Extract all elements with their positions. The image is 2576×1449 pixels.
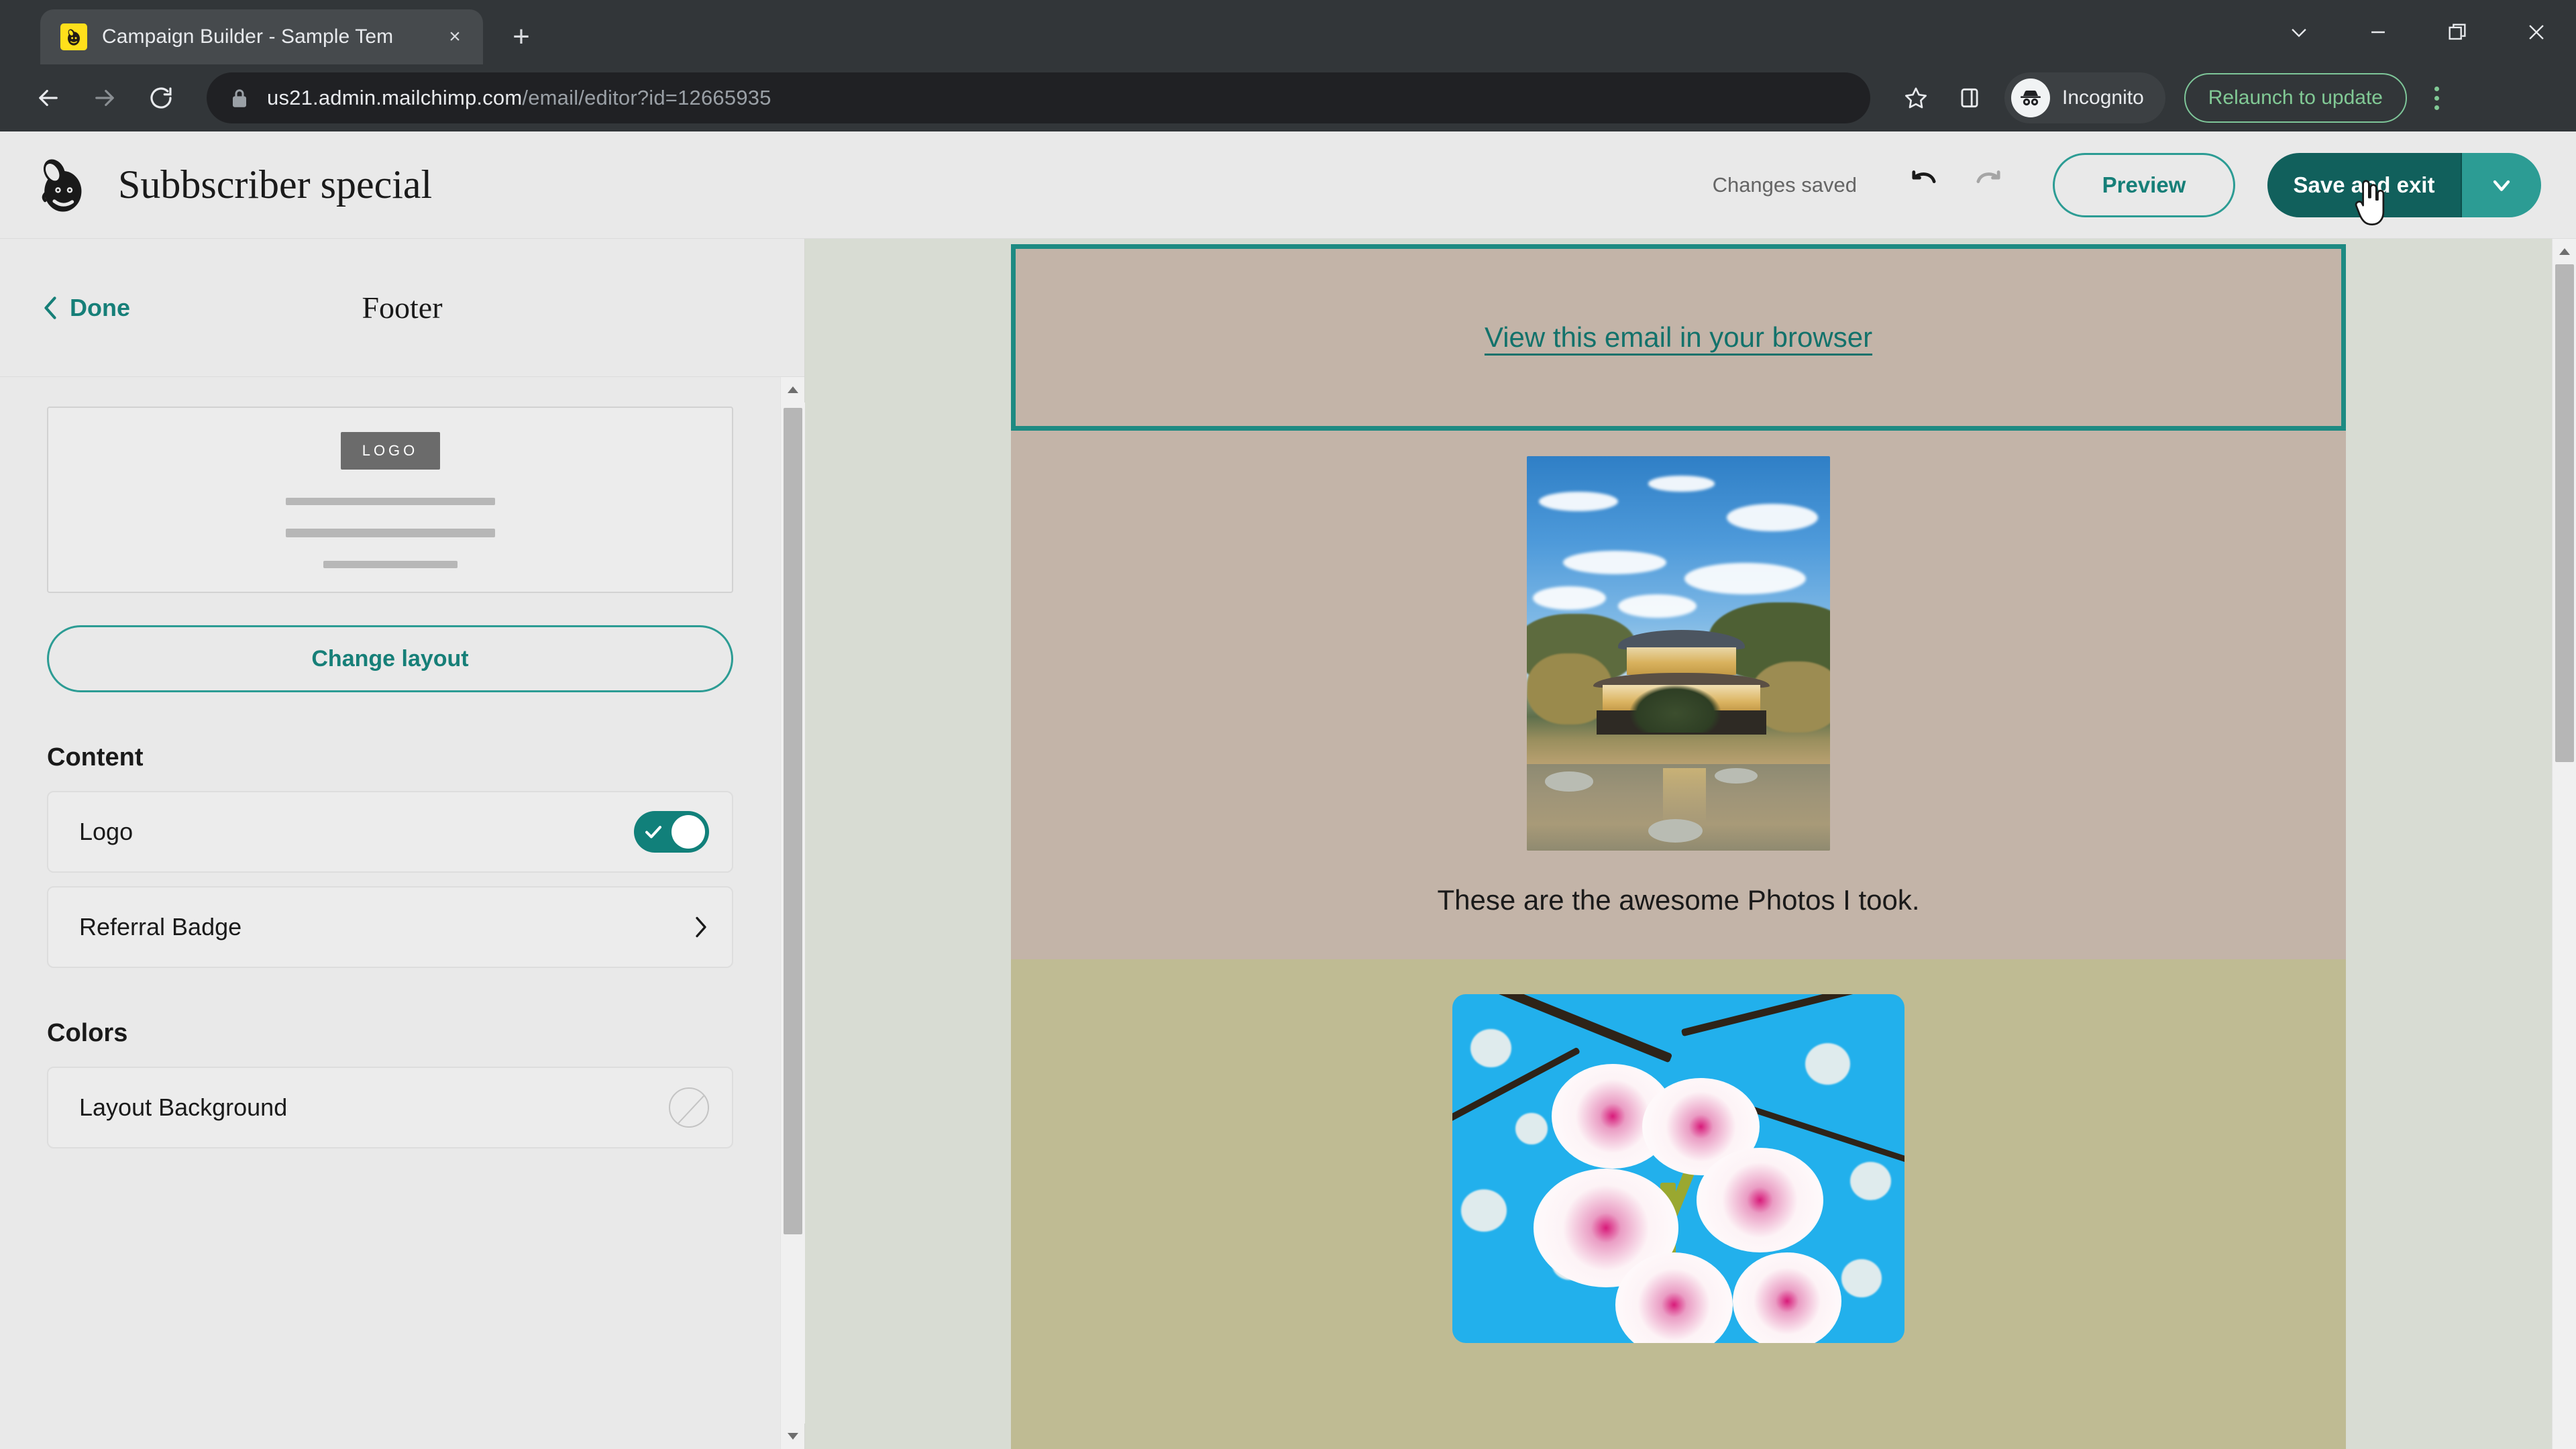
tab-search-button[interactable]: [2259, 0, 2339, 64]
close-window-button[interactable]: [2497, 0, 2576, 64]
canvas-scrollbar[interactable]: [2552, 239, 2576, 1449]
relaunch-to-update-button[interactable]: Relaunch to update: [2184, 73, 2407, 123]
chevron-right-icon[interactable]: [693, 914, 709, 941]
address-bar[interactable]: us21.admin.mailchimp.com/email/editor?id…: [207, 72, 1870, 123]
sidebar-header: Done Footer: [0, 239, 804, 377]
save-and-exit-group: Save and exit: [2267, 152, 2541, 225]
colors-section-title: Colors: [47, 1019, 128, 1047]
mailchimp-logo: [31, 154, 93, 216]
sidebar-scrollbar-thumb[interactable]: [783, 407, 802, 1235]
window-controls: [2259, 0, 2576, 64]
content-section-title: Content: [47, 743, 144, 771]
minimize-button[interactable]: [2339, 0, 2418, 64]
header-actions: Changes saved Preview Save and exit: [1712, 152, 2541, 225]
close-tab-icon[interactable]: ×: [439, 21, 471, 53]
canvas-scrollbar-track[interactable]: [2553, 264, 2576, 1449]
url-path: /email/editor?id=12665935: [522, 86, 771, 109]
sidebar-scrollbar-track[interactable]: [780, 402, 805, 1424]
view-in-browser-block[interactable]: View this email in your browser: [1011, 244, 2346, 431]
lock-icon: [229, 87, 250, 109]
sidebar-scrollbar[interactable]: [780, 377, 805, 1449]
browser-toolbar: us21.admin.mailchimp.com/email/editor?id…: [0, 64, 2576, 131]
app-header: Subbscriber special Changes saved Previe…: [0, 131, 2576, 239]
no-color-swatch-icon[interactable]: [669, 1087, 709, 1128]
layout-background-row[interactable]: Layout Background: [47, 1067, 733, 1148]
layout-background-row-control: [669, 1087, 709, 1128]
url-text: us21.admin.mailchimp.com/email/editor?id…: [267, 86, 771, 110]
logo-toggle[interactable]: [634, 811, 709, 853]
referral-badge-row-label: Referral Badge: [79, 913, 242, 941]
layout-preview-thumbnail[interactable]: LOGO: [47, 407, 733, 593]
redo-button[interactable]: [1962, 158, 2015, 212]
url-domain: us21.admin.mailchimp.com: [267, 86, 523, 109]
logo-row[interactable]: Logo: [47, 791, 733, 873]
golden-pavilion-photo[interactable]: [1527, 456, 1830, 851]
toggle-knob: [672, 815, 705, 849]
change-layout-button[interactable]: Change layout: [47, 625, 733, 692]
reload-button[interactable]: [133, 70, 189, 126]
preview-line-2: [285, 528, 495, 537]
email-canvas-inner: View this email in your browser These ar…: [805, 239, 2552, 1449]
save-and-exit-button[interactable]: Save and exit: [2267, 152, 2462, 217]
save-status: Changes saved: [1712, 172, 1857, 197]
logo-row-label: Logo: [79, 818, 133, 845]
footer-settings-sidebar: Done Footer LOGO Change layout Content L…: [0, 239, 805, 1449]
app-body: Done Footer LOGO Change layout Content L…: [0, 239, 2576, 1449]
logo-row-control: [634, 811, 709, 853]
save-options-chevron-down-icon[interactable]: [2462, 152, 2541, 217]
page-title: Subbscriber special: [118, 162, 433, 207]
canvas-scrollbar-thumb[interactable]: [2555, 264, 2574, 762]
browser-window: Campaign Builder - Sample Tem × + us21.a…: [0, 0, 2576, 1449]
bookmark-star-icon[interactable]: [1889, 71, 1943, 125]
view-in-browser-link[interactable]: View this email in your browser: [1485, 321, 1872, 354]
sidebar-content: LOGO Change layout Content Logo Referral…: [0, 377, 780, 1449]
mailchimp-favicon: [60, 23, 87, 50]
photo-block-one[interactable]: These are the awesome Photos I took.: [1011, 431, 2346, 959]
incognito-indicator[interactable]: Incognito: [2004, 72, 2165, 123]
browser-tab[interactable]: Campaign Builder - Sample Tem ×: [40, 9, 483, 64]
email-caption[interactable]: These are the awesome Photos I took.: [1437, 884, 1919, 916]
referral-badge-row[interactable]: Referral Badge: [47, 886, 733, 968]
done-button[interactable]: Done: [42, 294, 130, 322]
mailchimp-app: Subbscriber special Changes saved Previe…: [0, 131, 2576, 1449]
scroll-up-arrow-icon[interactable]: [781, 377, 805, 402]
undo-button[interactable]: [1897, 158, 1951, 212]
email-preview: View this email in your browser These ar…: [1011, 244, 2346, 1449]
incognito-icon: [2011, 78, 2050, 117]
incognito-label: Incognito: [2062, 87, 2144, 109]
canvas-scroll-up-arrow-icon[interactable]: [2553, 239, 2576, 264]
sidebar-scroll-wrapper: LOGO Change layout Content Logo Referral…: [0, 377, 805, 1449]
kebab-menu-icon[interactable]: [2412, 70, 2462, 126]
referral-badge-row-control: [693, 914, 709, 941]
done-label: Done: [70, 293, 130, 321]
side-panel-icon[interactable]: [1943, 71, 1996, 125]
scroll-down-arrow-icon[interactable]: [781, 1424, 805, 1449]
back-button[interactable]: [20, 70, 76, 126]
tab-strip: Campaign Builder - Sample Tem × +: [0, 0, 2576, 64]
cherry-blossom-photo[interactable]: [1452, 994, 1904, 1343]
preview-button[interactable]: Preview: [2053, 152, 2235, 217]
logo-placeholder: LOGO: [340, 431, 440, 470]
maximize-button[interactable]: [2418, 0, 2497, 64]
tab-title: Campaign Builder - Sample Tem: [102, 25, 394, 48]
preview-line-1: [285, 497, 495, 505]
preview-line-3: [323, 560, 458, 568]
photo-block-two[interactable]: [1011, 959, 2346, 1449]
check-icon: [643, 822, 663, 842]
forward-button[interactable]: [76, 70, 133, 126]
email-canvas: View this email in your browser These ar…: [805, 239, 2576, 1449]
layout-background-row-label: Layout Background: [79, 1093, 288, 1121]
new-tab-button[interactable]: +: [498, 13, 545, 60]
